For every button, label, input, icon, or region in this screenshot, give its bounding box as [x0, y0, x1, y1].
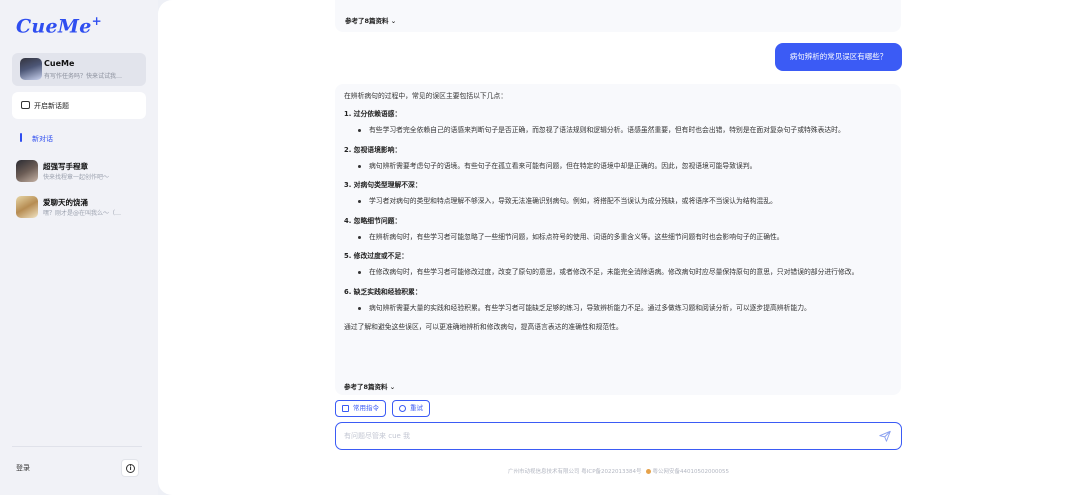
- retry-label: 重试: [410, 404, 423, 412]
- answer-section: 6. 缺乏实践和经验积累： 病句辨析需要大量的实践和经验积累。有些学习者可能缺乏…: [344, 287, 891, 315]
- new-topic-label: 开启新话题: [34, 102, 69, 110]
- assistant-name: CueMe: [44, 59, 75, 68]
- sidebar-divider: [12, 446, 142, 447]
- current-chat-label: 新对话: [32, 135, 53, 143]
- user-message: 病句辨析的常见误区有哪些？: [775, 43, 902, 71]
- history-desc: 快来找程章一起创作吧～: [43, 174, 110, 181]
- police-badge-icon: [645, 469, 651, 474]
- chat-input-box: [335, 422, 902, 450]
- chat-input[interactable]: [344, 429, 844, 443]
- police-link[interactable]: 粤公网安备44010502000055: [653, 469, 730, 475]
- new-topic-button[interactable]: 开启新话题: [12, 92, 146, 119]
- info-icon: i: [126, 464, 135, 473]
- chevron-down-icon: ⌄: [390, 17, 397, 25]
- section-title: 5. 修改过度或不足：: [344, 252, 409, 260]
- section-title: 1. 过分依赖语感：: [344, 110, 402, 118]
- section-body: 有些学习者完全依赖自己的语感来判断句子是否正确，而忽视了语法规则和逻辑分析。语感…: [344, 124, 891, 137]
- answer-outro: 通过了解和避免这些误区，可以更准确地辨析和修改病句，提高语言表达的准确性和规范性…: [344, 323, 623, 331]
- assistant-card[interactable]: CueMe 有写作任务吗？快来试试我…: [12, 53, 146, 86]
- reference-panel-top: 参考了8篇资料 ⌄: [335, 0, 901, 32]
- common-commands-label: 常用指令: [353, 404, 379, 412]
- cueme-logo[interactable]: CueMe+: [16, 14, 102, 37]
- assistant-avatar: [20, 58, 42, 80]
- history-title: 爱聊天的饶涌: [43, 198, 88, 207]
- login-link[interactable]: 登录: [16, 463, 30, 473]
- common-commands-button[interactable]: 常用指令: [335, 400, 386, 417]
- answer-section: 5. 修改过度或不足： 在修改病句时，有些学习者可能修改过度，改变了原句的意思，…: [344, 251, 891, 279]
- assistant-desc: 有写作任务吗？快来试试我…: [44, 73, 123, 80]
- icp-link[interactable]: 广州市动视信息技术有限公司 粤ICP备2022013384号: [508, 469, 642, 475]
- references-toggle[interactable]: 参考了8篇资料 ⌄: [345, 15, 396, 25]
- section-body: 在修改病句时，有些学习者可能修改过度，改变了原句的意思，或者修改不足，未能完全消…: [344, 266, 891, 279]
- refresh-icon: [399, 405, 406, 412]
- section-body: 病句辨析需要大量的实践和经验积累。有些学习者可能缺乏足够的练习，导致辨析能力不足…: [344, 302, 891, 315]
- history-desc: 嘿？刚才是@在叫我么～（…: [43, 210, 122, 217]
- footer: 广州市动视信息技术有限公司 粤ICP备2022013384号 粤公网安备44010…: [335, 467, 902, 475]
- active-indicator: [20, 133, 22, 142]
- history-avatar: [16, 160, 38, 182]
- chat-bubble-icon: [21, 101, 30, 109]
- section-body: 病句辨析需要考虑句子的语境。有些句子在孤立看来可能有问题，但在特定的语境中却是正…: [344, 160, 891, 173]
- references-toggle[interactable]: 参考了8篇资料 ⌄: [344, 381, 395, 391]
- history-item[interactable]: 爱聊天的饶涌 嘿？刚才是@在叫我么～（…: [16, 194, 150, 222]
- section-title: 3. 对病句类型理解不深：: [344, 181, 422, 189]
- section-title: 4. 忽略细节问题：: [344, 216, 402, 225]
- section-title: 2. 忽视语境影响：: [344, 145, 402, 154]
- section-title: 6. 缺乏实践和经验积累：: [344, 287, 422, 296]
- command-icon: [342, 405, 349, 412]
- retry-button[interactable]: 重试: [392, 400, 430, 417]
- answer-intro: 在辨析病句的过程中，常见的误区主要包括以下几点：: [344, 92, 508, 100]
- main-panel: 参考了8篇资料 ⌄ 病句辨析的常见误区有哪些？ 在辨析病句的过程中，常见的误区主…: [158, 0, 1080, 495]
- answer-section: 1. 过分依赖语感： 有些学习者完全依赖自己的语感来判断句子是否正确，而忽视了语…: [344, 109, 891, 137]
- send-icon[interactable]: [878, 429, 892, 443]
- answer-section: 3. 对病句类型理解不深： 学习者对病句的类型和特点理解不够深入，导致无法准确识…: [344, 180, 891, 208]
- history-title: 超强写手程章: [43, 162, 88, 171]
- answer-section: 2. 忽视语境影响： 病句辨析需要考虑句子的语境。有些句子在孤立看来可能有问题，…: [344, 145, 891, 173]
- sidebar: CueMe+ CueMe 有写作任务吗？快来试试我… 开启新话题 新对话 超强写…: [0, 0, 158, 495]
- info-button[interactable]: i: [121, 459, 139, 477]
- chevron-down-icon: ⌄: [389, 383, 396, 391]
- section-body: 学习者对病句的类型和特点理解不够深入，导致无法准确识别病句。例如，将搭配不当误认…: [344, 195, 891, 208]
- history-avatar: [16, 196, 38, 218]
- section-body: 在辨析病句时，有些学习者可能忽略了一些细节问题，如标点符号的使用、词语的多重含义…: [344, 231, 891, 244]
- history-item[interactable]: 超强写手程章 快来找程章一起创作吧～: [16, 158, 150, 186]
- answer-section: 4. 忽略细节问题： 在辨析病句时，有些学习者可能忽略了一些细节问题，如标点符号…: [344, 216, 891, 244]
- assistant-answer: 在辨析病句的过程中，常见的误区主要包括以下几点： 1. 过分依赖语感： 有些学习…: [335, 84, 901, 395]
